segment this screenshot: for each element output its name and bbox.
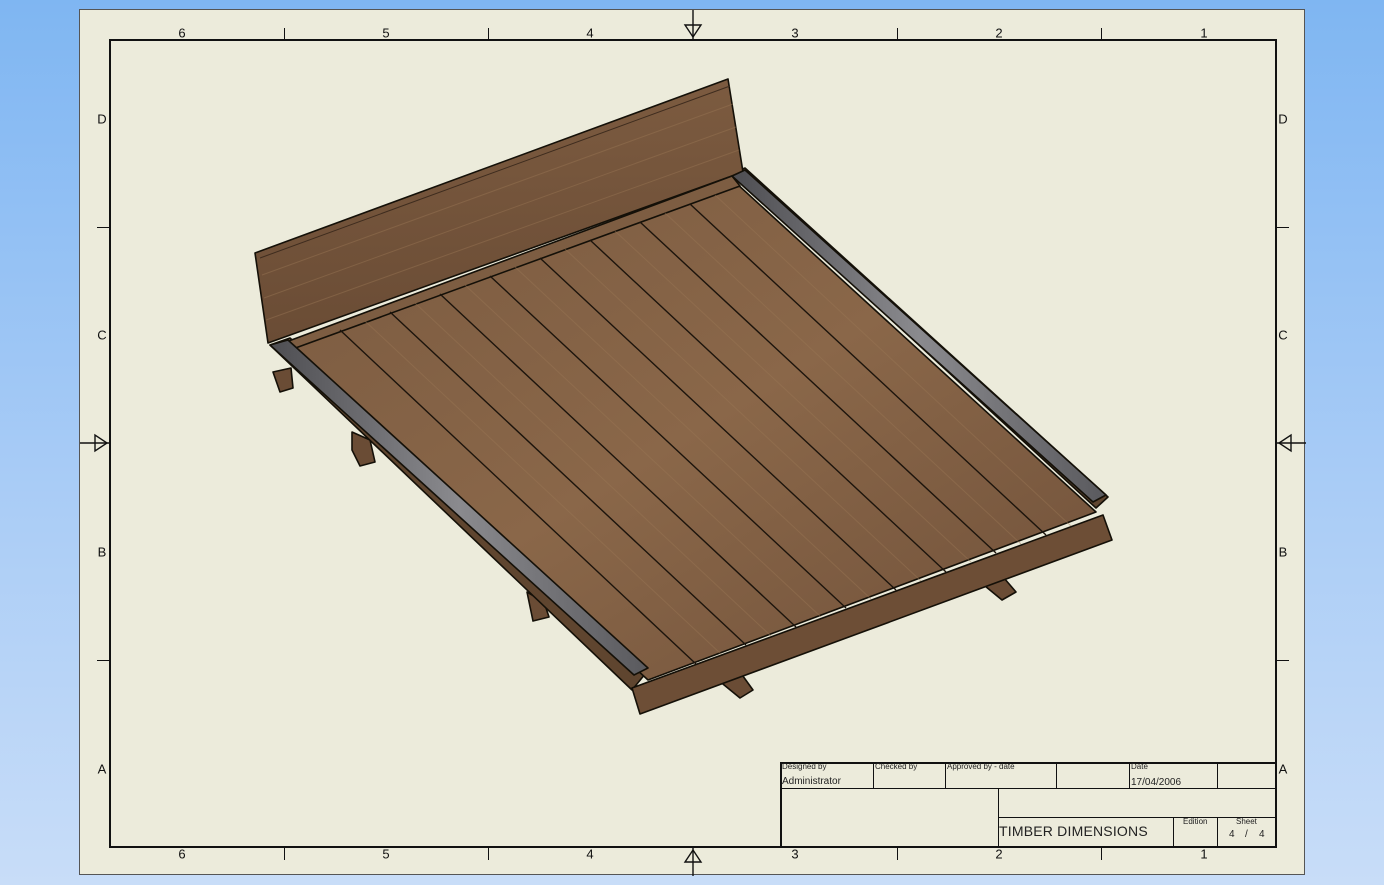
date-value: 17/04/2006 [1131, 777, 1182, 788]
sheet-number: 4 [1229, 829, 1235, 840]
edition-label: Edition [1183, 817, 1208, 826]
approved-by-label: Approved by - date [947, 762, 1015, 771]
date-label: Date [1131, 762, 1148, 771]
title-block: Designed by Administrator Checked by App… [780, 762, 1277, 848]
sheet-separator: / [1245, 829, 1248, 840]
drawing-title: TIMBER DIMENSIONS [999, 823, 1148, 839]
leg [272, 367, 294, 393]
designed-by-label: Designed by [782, 762, 827, 771]
designed-by-value: Administrator [782, 776, 841, 787]
checked-by-label: Checked by [875, 762, 918, 771]
bed-frame-isometric-view [254, 78, 1113, 715]
sheet-total: 4 [1259, 829, 1265, 840]
sheet-label: Sheet [1236, 817, 1257, 826]
